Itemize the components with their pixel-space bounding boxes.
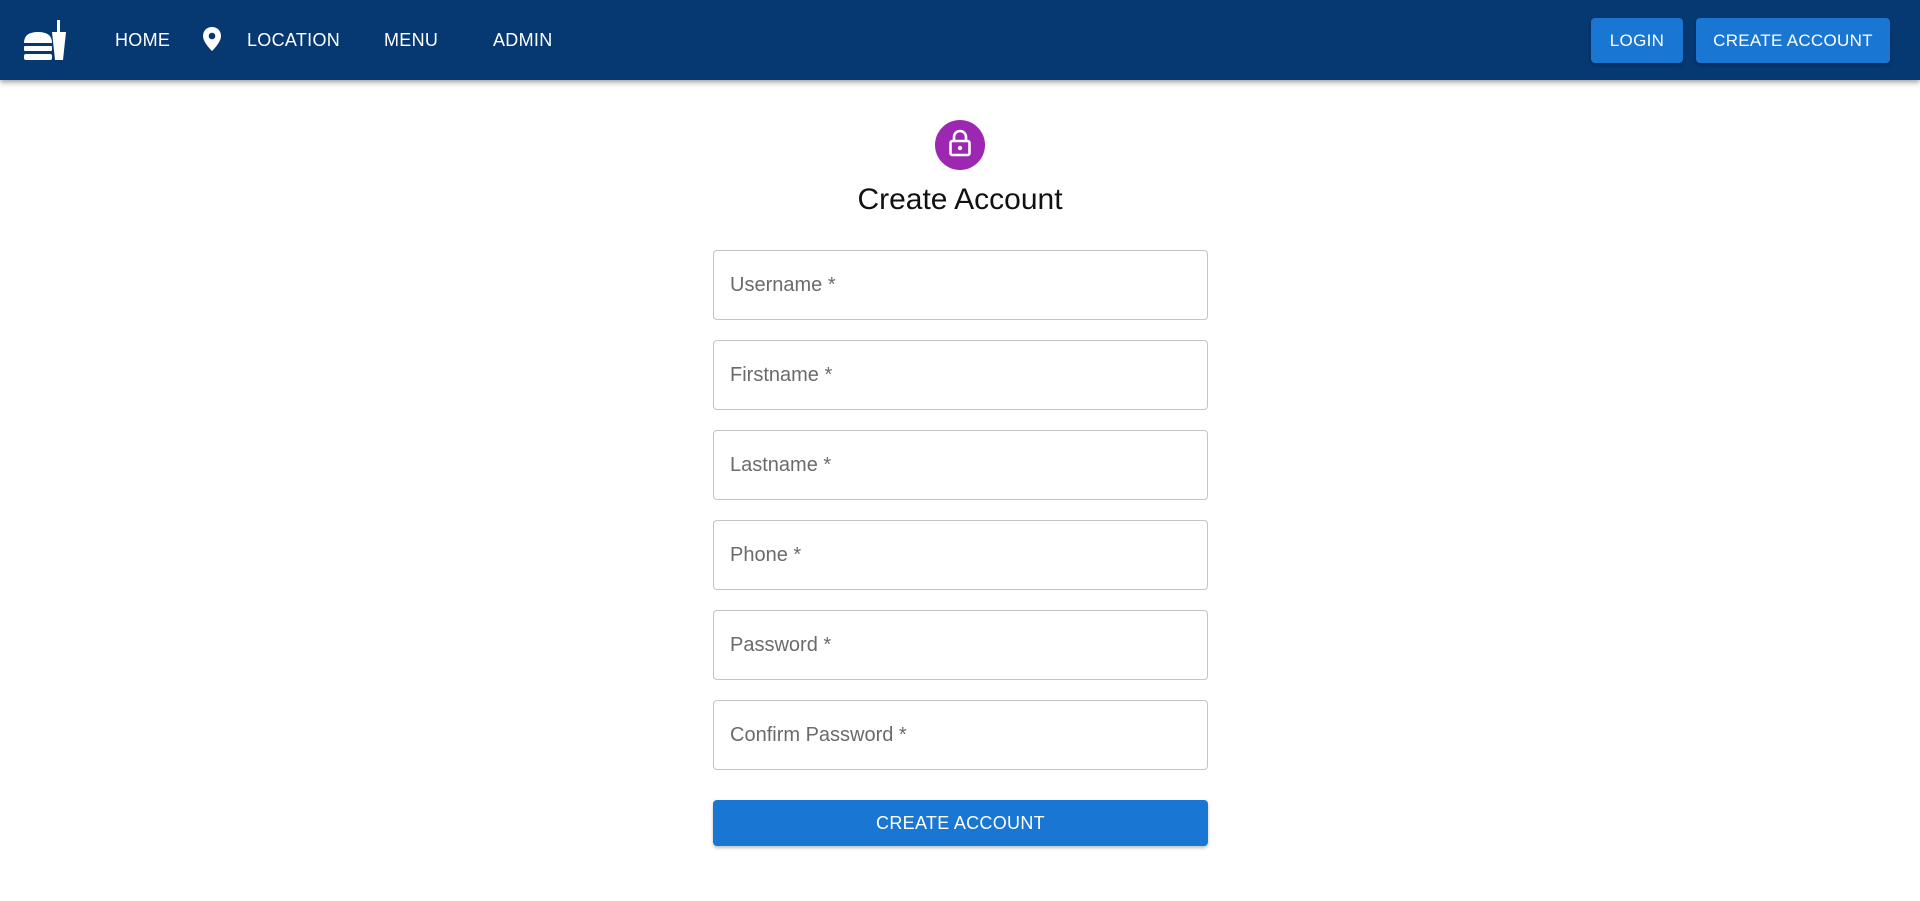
page-title: Create Account bbox=[857, 183, 1063, 216]
app-bar: HOME LOCATION MENU ADMIN LOGIN CREATE AC… bbox=[0, 0, 1920, 80]
nav-home[interactable]: HOME bbox=[109, 22, 176, 58]
lastname-field[interactable] bbox=[713, 430, 1208, 500]
firstname-input[interactable] bbox=[714, 341, 1207, 409]
lock-avatar bbox=[935, 120, 985, 170]
confirm-password-field[interactable] bbox=[713, 700, 1208, 770]
create-account-submit-button[interactable]: CREATE ACCOUNT bbox=[713, 800, 1208, 846]
nav-menu[interactable]: MENU bbox=[378, 22, 444, 58]
username-input[interactable] bbox=[714, 251, 1207, 319]
username-field[interactable] bbox=[713, 250, 1208, 320]
nav-location[interactable]: LOCATION bbox=[241, 22, 346, 58]
password-field[interactable] bbox=[713, 610, 1208, 680]
lock-icon bbox=[947, 129, 973, 162]
password-input[interactable] bbox=[714, 611, 1207, 679]
create-account-nav-button[interactable]: CREATE ACCOUNT bbox=[1696, 18, 1890, 63]
fastfood-icon[interactable] bbox=[22, 18, 68, 62]
location-pin-icon bbox=[201, 26, 223, 52]
lastname-input[interactable] bbox=[714, 431, 1207, 499]
login-button[interactable]: LOGIN bbox=[1591, 18, 1683, 63]
phone-field[interactable] bbox=[713, 520, 1208, 590]
firstname-field[interactable] bbox=[713, 340, 1208, 410]
phone-input[interactable] bbox=[714, 521, 1207, 589]
nav-admin[interactable]: ADMIN bbox=[487, 22, 559, 58]
confirm-password-input[interactable] bbox=[714, 701, 1207, 769]
